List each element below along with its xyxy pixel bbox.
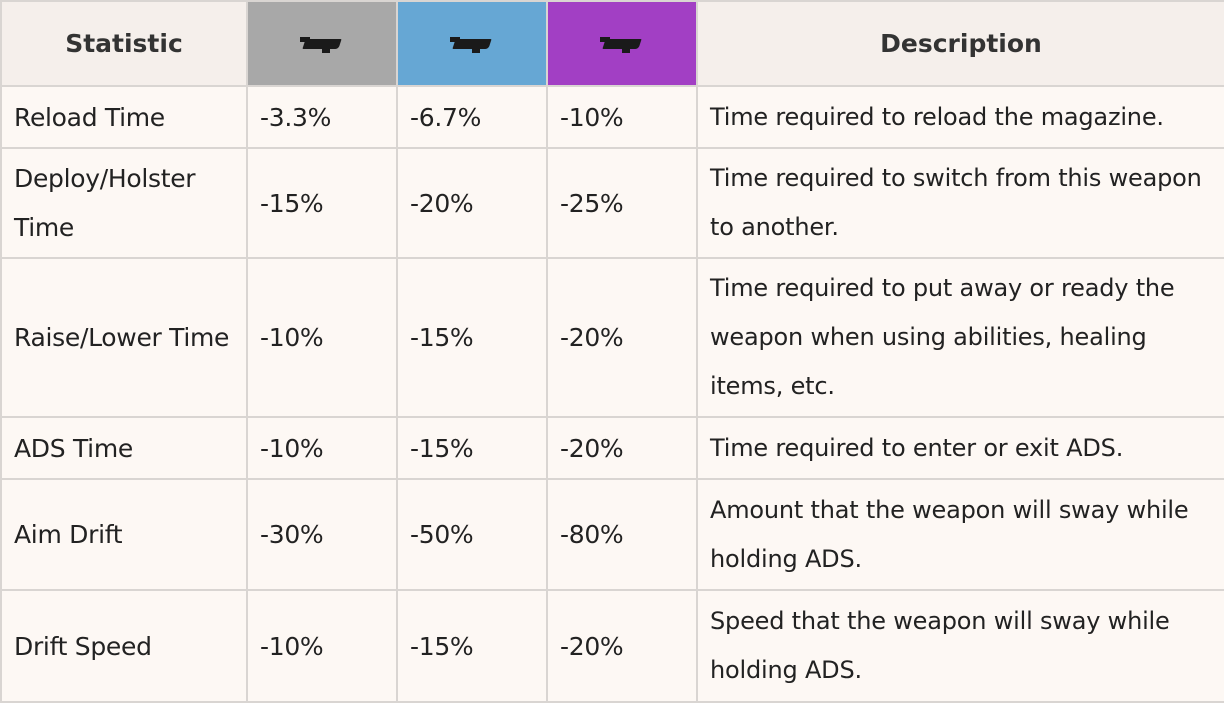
cell-tier-2-value: -50%: [396, 478, 548, 591]
table-row: Raise/Lower Time -10% -15% -20% Time req…: [0, 257, 1224, 418]
cell-tier-1-value: -3.3%: [246, 85, 398, 149]
table-row: ADS Time -10% -15% -20% Time required to…: [0, 416, 1224, 480]
cell-statistic: ADS Time: [0, 416, 248, 480]
cell-statistic: Drift Speed: [0, 589, 248, 703]
cell-tier-1-value: -10%: [246, 589, 398, 703]
weapon-silhouette-icon: [600, 37, 644, 53]
cell-description: Amount that the weapon will sway while h…: [696, 478, 1224, 591]
cell-tier-3-value: -20%: [546, 416, 698, 480]
cell-tier-2-value: -15%: [396, 257, 548, 418]
cell-tier-1-value: -10%: [246, 416, 398, 480]
cell-statistic: Raise/Lower Time: [0, 257, 248, 418]
cell-tier-2-value: -15%: [396, 589, 548, 703]
cell-description: Time required to enter or exit ADS.: [696, 416, 1224, 480]
header-statistic: Statistic: [0, 0, 248, 87]
header-description: Description: [696, 0, 1224, 87]
cell-statistic: Deploy/Holster Time: [0, 147, 248, 259]
table-row: Drift Speed -10% -15% -20% Speed that th…: [0, 589, 1224, 703]
cell-statistic: Reload Time: [0, 85, 248, 149]
cell-description: Time required to reload the magazine.: [696, 85, 1224, 149]
table-row: Deploy/Holster Time -15% -20% -25% Time …: [0, 147, 1224, 259]
cell-tier-2-value: -6.7%: [396, 85, 548, 149]
cell-description: Time required to switch from this weapon…: [696, 147, 1224, 259]
cell-tier-3-value: -20%: [546, 589, 698, 703]
header-tier-1: [246, 0, 398, 87]
weapon-silhouette-icon: [450, 37, 494, 53]
cell-tier-2-value: -20%: [396, 147, 548, 259]
cell-tier-1-value: -30%: [246, 478, 398, 591]
cell-tier-2-value: -15%: [396, 416, 548, 480]
cell-statistic: Aim Drift: [0, 478, 248, 591]
cell-description: Speed that the weapon will sway while ho…: [696, 589, 1224, 703]
header-tier-2: [396, 0, 548, 87]
cell-tier-1-value: -10%: [246, 257, 398, 418]
cell-tier-1-value: -15%: [246, 147, 398, 259]
header-tier-3: [546, 0, 698, 87]
table-row: Reload Time -3.3% -6.7% -10% Time requir…: [0, 85, 1224, 149]
table-header-row: Statistic Description: [0, 0, 1224, 87]
weapon-stat-table: Statistic Description Reload Time -3.3% …: [0, 0, 1224, 703]
table-row: Aim Drift -30% -50% -80% Amount that the…: [0, 478, 1224, 591]
cell-tier-3-value: -25%: [546, 147, 698, 259]
cell-tier-3-value: -10%: [546, 85, 698, 149]
cell-tier-3-value: -20%: [546, 257, 698, 418]
weapon-silhouette-icon: [300, 37, 344, 53]
cell-description: Time required to put away or ready the w…: [696, 257, 1224, 418]
cell-tier-3-value: -80%: [546, 478, 698, 591]
